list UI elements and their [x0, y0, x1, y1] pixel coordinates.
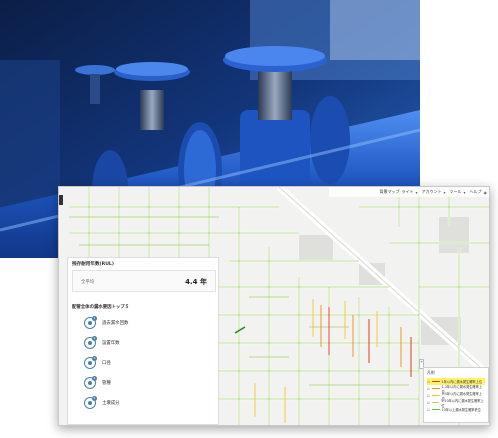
legend-label: 5-10年以内に漏水発生確率上位: [441, 398, 484, 408]
factor-icon: 4: [84, 376, 97, 389]
rul-summary-card: 全平均 4.4 年: [72, 270, 216, 292]
factor-name: 管種: [102, 381, 111, 386]
rank-badge: 1: [92, 316, 97, 321]
checkbox-icon[interactable]: ☑: [427, 401, 430, 405]
factor-name: 口径: [102, 361, 111, 366]
tools-menu[interactable]: ツール ▾: [449, 189, 465, 195]
account-menu[interactable]: アカウント ▾: [421, 189, 445, 195]
legend-swatch: [431, 380, 440, 383]
analysis-panel: 残存耐用年数(RUL) 全平均 4.4 年 配管全体の漏水要因トップ５ 1 過去…: [67, 257, 219, 425]
help-menu[interactable]: ヘルプ ◉: [470, 189, 488, 195]
factor-icon: 3: [84, 356, 97, 369]
chevron-down-icon: ▾: [415, 189, 418, 195]
legend-row[interactable]: ☑ 5-10年以内に漏水発生確率上位: [427, 398, 485, 408]
checkbox-icon[interactable]: ☑: [427, 380, 430, 384]
checkbox-icon[interactable]: ☑: [427, 387, 430, 391]
checkbox-icon[interactable]: ☑: [427, 394, 430, 398]
rul-label: 全平均: [81, 280, 95, 285]
legend-swatch: [431, 408, 440, 411]
leak-prediction-app-window: 背景マップ ライト ▾ アカウント ▾ ツール ▾ ヘルプ ◉ 残存耐用年数(R…: [58, 186, 490, 426]
basemap-selector[interactable]: 背景マップ ライト ▾: [379, 189, 417, 195]
factor-icon: 5: [84, 396, 97, 409]
map-toolbar: 背景マップ ライト ▾ アカウント ▾ ツール ▾ ヘルプ ◉: [329, 187, 489, 197]
basemap-value: ライト: [401, 189, 414, 194]
factor-item[interactable]: 3 口径: [84, 354, 214, 372]
factor-list: 1 過去漏水回数 2 設置年数 3 口径 4 管種 5 土壌成分: [84, 314, 214, 414]
map-legend: 凡例 ☑ 1年以内に漏水発生確率上位 ☑ 1-3年以内に漏水発生確率上位 ☑ 3-5年以内…: [423, 367, 489, 423]
basemap-label: 背景マップ: [379, 189, 400, 194]
legend-row[interactable]: ☑ 10年以上漏水発生確率低位: [427, 406, 485, 413]
factor-item[interactable]: 2 設置年数: [84, 334, 214, 352]
user-icon: ◉: [483, 189, 488, 195]
factor-name: 過去漏水回数: [102, 321, 129, 326]
chevron-down-icon: ▾: [463, 189, 466, 195]
legend-label: 10年以上漏水発生確率低位: [441, 408, 481, 412]
rank-badge: 2: [92, 336, 97, 341]
help-label: ヘルプ: [469, 189, 482, 194]
rank-badge: 5: [92, 396, 97, 401]
factor-item[interactable]: 1 過去漏水回数: [84, 314, 214, 332]
rank-badge: 4: [92, 376, 97, 381]
panel-toggle-handle[interactable]: [59, 195, 63, 205]
factors-title: 配管全体の漏水要因トップ５: [72, 305, 130, 310]
factor-item[interactable]: 5 土壌成分: [84, 394, 214, 412]
legend-swatch: [431, 394, 440, 397]
chevron-down-icon: ▾: [443, 189, 446, 195]
factor-name: 土壌成分: [102, 401, 120, 406]
factor-item[interactable]: 4 管種: [84, 374, 214, 392]
factor-icon: 1: [84, 316, 97, 329]
rank-badge: 3: [92, 356, 97, 361]
factor-icon: 2: [84, 336, 97, 349]
account-label: アカウント: [421, 189, 442, 194]
legend-title: 凡例: [427, 370, 435, 375]
factor-name: 設置年数: [102, 341, 120, 346]
checkbox-icon[interactable]: ☑: [427, 408, 430, 412]
legend-swatch: [431, 401, 440, 404]
rul-value: 4.4 年: [185, 278, 207, 286]
legend-swatch: [431, 387, 440, 390]
rul-title: 残存耐用年数(RUL): [72, 262, 114, 267]
tools-label: ツール: [449, 189, 462, 194]
